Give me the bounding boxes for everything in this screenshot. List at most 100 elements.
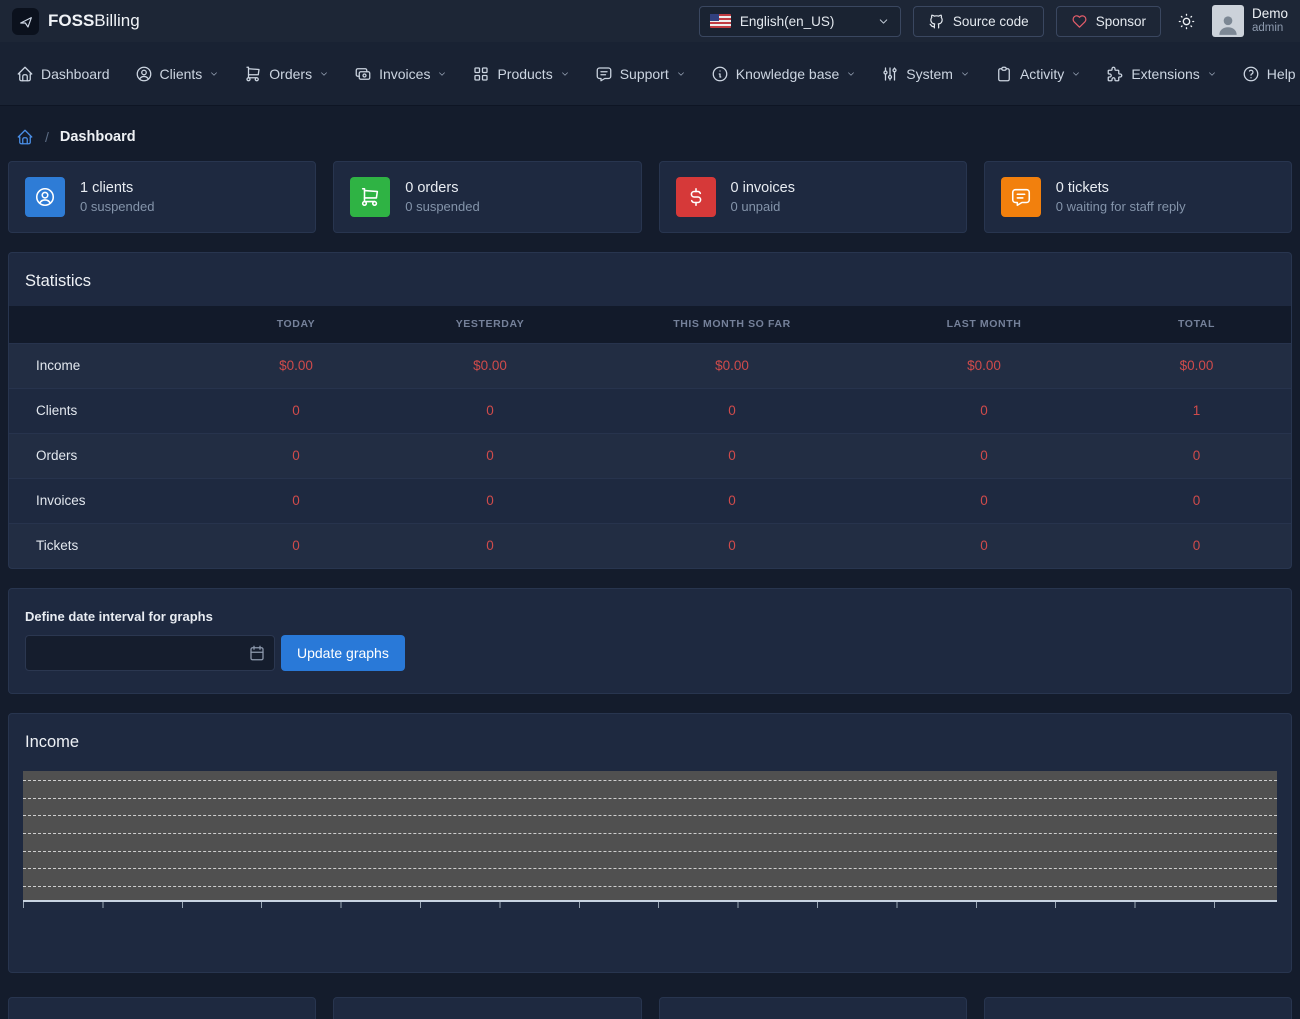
chevron-down-icon	[437, 69, 447, 79]
table-row-income: Income $0.00 $0.00 $0.00 $0.00 $0.00	[9, 343, 1291, 388]
chart-gridline	[23, 798, 1277, 799]
apps-grid-icon	[472, 65, 490, 83]
cell-value: 1	[1102, 388, 1291, 433]
brand[interactable]: FOSSBilling	[12, 8, 140, 35]
nav-item-support[interactable]: Support	[595, 65, 686, 83]
cell-value: $0.00	[598, 343, 866, 388]
cell-value: 0	[598, 388, 866, 433]
home-icon[interactable]	[16, 128, 34, 146]
chevron-down-icon	[319, 69, 329, 79]
clients-icon	[25, 177, 65, 217]
cell-value: 0	[1102, 523, 1291, 568]
cell-value: 0	[598, 478, 866, 523]
page-title: Dashboard	[60, 129, 136, 145]
adjustments-icon	[881, 65, 899, 83]
top-header: FOSSBilling English(en_US) Source code S…	[0, 0, 1300, 42]
puzzle-icon	[1106, 65, 1124, 83]
sponsor-button[interactable]: Sponsor	[1056, 6, 1161, 37]
chart-gridline	[23, 833, 1277, 834]
update-graphs-button[interactable]: Update graphs	[281, 635, 405, 671]
summary-title: 0 invoices	[731, 180, 795, 196]
nav-item-clients[interactable]: Clients	[135, 65, 220, 83]
chart-gridline	[23, 868, 1277, 869]
tickets-panel: Tickets	[984, 997, 1292, 1019]
cell-value: 0	[210, 478, 382, 523]
home-icon	[16, 65, 34, 83]
invoices-panel: Invoices	[333, 997, 641, 1019]
nav-item-invoices[interactable]: Invoices	[354, 65, 447, 83]
chart-gridline	[23, 780, 1277, 781]
cell-value: 0	[1102, 478, 1291, 523]
ticket-message-icon	[1001, 177, 1041, 217]
chevron-down-icon	[676, 69, 686, 79]
nav-item-help[interactable]: Help	[1242, 65, 1300, 83]
cell-value: 0	[866, 478, 1102, 523]
source-code-label: Source code	[953, 14, 1029, 29]
summary-card-clients[interactable]: 1 clients 0 suspended	[8, 161, 316, 233]
chart-gridline	[23, 851, 1277, 852]
source-code-button[interactable]: Source code	[913, 6, 1044, 37]
statistics-header-row: Today Yesterday This month so far Last m…	[9, 306, 1291, 343]
calendar-icon[interactable]	[248, 644, 266, 662]
row-label: Tickets	[9, 523, 210, 568]
summary-card-row: 1 clients 0 suspended 0 orders 0 suspend…	[8, 161, 1292, 233]
summary-card-tickets[interactable]: 0 tickets 0 waiting for staff reply	[984, 161, 1292, 233]
nav-item-extensions[interactable]: Extensions	[1106, 65, 1216, 83]
language-value: English(en_US)	[740, 14, 835, 29]
nav-item-activity[interactable]: Activity	[995, 65, 1081, 83]
cell-value: 0	[598, 433, 866, 478]
cell-value: 0	[382, 433, 598, 478]
fossbilling-logo-icon	[12, 8, 39, 35]
cell-value: $0.00	[210, 343, 382, 388]
cell-value: 0	[866, 523, 1102, 568]
income-chart-title: Income	[9, 714, 1291, 767]
sun-icon	[1177, 12, 1196, 31]
summary-card-invoices[interactable]: 0 invoices 0 unpaid	[659, 161, 967, 233]
user-name: Demo	[1252, 6, 1288, 22]
nav-item-knowledge-base[interactable]: Knowledge base	[711, 65, 857, 83]
bottom-card-row: Orders Invoices Clients Tickets	[8, 997, 1292, 1019]
cart-icon	[244, 65, 262, 83]
clients-panel: Clients	[659, 997, 967, 1019]
user-menu[interactable]: Demo admin	[1212, 5, 1288, 37]
table-row-orders: Orders 0 0 0 0 0	[9, 433, 1291, 478]
column-header	[9, 306, 210, 343]
table-row-tickets: Tickets 0 0 0 0 0	[9, 523, 1291, 568]
cell-value: 0	[866, 433, 1102, 478]
nav-item-system[interactable]: System	[881, 65, 970, 83]
date-interval-input[interactable]	[25, 635, 275, 671]
chevron-down-icon	[877, 15, 890, 28]
row-label: Orders	[9, 433, 210, 478]
nav-item-dashboard[interactable]: Dashboard	[16, 65, 110, 83]
main-nav: Dashboard Clients Orders Invoices Produc…	[0, 42, 1300, 106]
user-role: admin	[1252, 22, 1288, 36]
info-circle-icon	[711, 65, 729, 83]
nav-item-products[interactable]: Products	[472, 65, 569, 83]
cell-value: 0	[210, 388, 382, 433]
column-header-today: Today	[210, 306, 382, 343]
cell-value: 0	[866, 388, 1102, 433]
summary-title: 1 clients	[80, 180, 154, 196]
date-interval-card: Define date interval for graphs Update g…	[8, 588, 1292, 694]
breadcrumb: / Dashboard	[8, 106, 1292, 161]
table-row-clients: Clients 0 0 0 0 1	[9, 388, 1291, 433]
summary-subtitle: 0 unpaid	[731, 199, 795, 214]
row-label: Invoices	[9, 478, 210, 523]
column-header-last-month: Last month	[866, 306, 1102, 343]
chevron-down-icon	[1071, 69, 1081, 79]
cell-value: $0.00	[1102, 343, 1291, 388]
cell-value: 0	[382, 478, 598, 523]
dollar-icon	[676, 177, 716, 217]
theme-toggle-button[interactable]	[1173, 8, 1200, 35]
summary-card-orders[interactable]: 0 orders 0 suspended	[333, 161, 641, 233]
language-select[interactable]: English(en_US)	[699, 6, 901, 37]
statistics-card: Statistics Today Yesterday This month so…	[8, 252, 1292, 569]
column-header-this-month: This month so far	[598, 306, 866, 343]
cell-value: 0	[1102, 433, 1291, 478]
user-circle-icon	[135, 65, 153, 83]
chart-plot-area	[23, 771, 1277, 902]
chart-gridline	[23, 886, 1277, 887]
summary-subtitle: 0 suspended	[405, 199, 479, 214]
chevron-down-icon	[1207, 69, 1217, 79]
nav-item-orders[interactable]: Orders	[244, 65, 329, 83]
